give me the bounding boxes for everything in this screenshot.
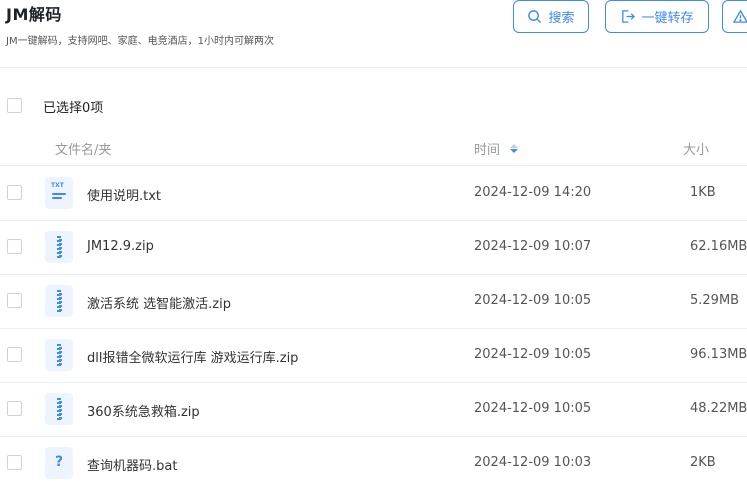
file-size: 48.22MB bbox=[690, 401, 747, 416]
file-name[interactable]: 使用说明.txt bbox=[87, 185, 161, 204]
select-all-checkbox[interactable] bbox=[7, 98, 22, 113]
file-time: 2024-12-09 10:05 bbox=[474, 293, 592, 308]
table-row[interactable]: ? 查询机器码.bat 2024-12-09 10:03 2KB bbox=[0, 437, 747, 481]
zip-file-icon bbox=[45, 285, 73, 317]
table-row[interactable]: dll报错全微软运行库 游戏运行库.zip 2024-12-09 10:05 9… bbox=[0, 329, 747, 383]
column-name[interactable]: 文件名/夹 bbox=[55, 139, 111, 158]
file-size: 96.13MB bbox=[690, 347, 747, 362]
search-button[interactable]: 搜索 bbox=[513, 0, 589, 33]
column-time-label: 时间 bbox=[474, 143, 501, 158]
zip-file-icon bbox=[45, 231, 73, 263]
file-name[interactable]: 激活系统 选智能激活.zip bbox=[87, 293, 231, 312]
page-subtitle: JM一键解码，支持网吧、家庭、电竞酒店，1小时内可解两次 bbox=[6, 36, 274, 47]
search-icon bbox=[528, 10, 542, 24]
file-name[interactable]: 查询机器码.bat bbox=[87, 455, 177, 474]
file-name[interactable]: 360系统急救箱.zip bbox=[87, 401, 200, 420]
row-checkbox[interactable] bbox=[7, 401, 22, 416]
table-header: 文件名/夹 时间 大小 bbox=[0, 130, 747, 166]
row-checkbox[interactable] bbox=[7, 239, 22, 254]
file-time: 2024-12-09 14:20 bbox=[474, 185, 592, 200]
zip-file-icon bbox=[45, 339, 73, 371]
selection-count: 已选择0项 bbox=[43, 101, 104, 116]
column-size[interactable]: 大小 bbox=[683, 139, 709, 158]
file-time: 2024-12-09 10:05 bbox=[474, 347, 592, 362]
table-row[interactable]: 激活系统 选智能激活.zip 2024-12-09 10:05 5.29MB bbox=[0, 275, 747, 329]
sort-icon[interactable] bbox=[510, 144, 519, 153]
transfer-button-label: 一键转存 bbox=[641, 11, 694, 26]
file-time: 2024-12-09 10:07 bbox=[474, 239, 592, 254]
column-time[interactable]: 时间 bbox=[474, 139, 519, 158]
file-size: 1KB bbox=[690, 185, 716, 200]
table-row[interactable]: TXT 使用说明.txt 2024-12-09 14:20 1KB bbox=[0, 167, 747, 221]
file-time: 2024-12-09 10:03 bbox=[474, 455, 592, 470]
report-button[interactable] bbox=[722, 0, 747, 33]
file-time: 2024-12-09 10:05 bbox=[474, 401, 592, 416]
selection-bar: 已选择0项 bbox=[0, 88, 747, 124]
file-name[interactable]: JM12.9.zip bbox=[87, 239, 154, 254]
file-size: 5.29MB bbox=[690, 293, 740, 308]
row-checkbox[interactable] bbox=[7, 347, 22, 362]
txt-file-icon: TXT bbox=[45, 177, 73, 209]
warning-icon bbox=[733, 9, 747, 23]
page-header: JM解码 JM一键解码，支持网吧、家庭、电竞酒店，1小时内可解两次 搜索 一键转… bbox=[0, 0, 747, 68]
transfer-button[interactable]: 一键转存 bbox=[605, 0, 709, 33]
row-checkbox[interactable] bbox=[7, 455, 22, 470]
table-row[interactable]: 360系统急救箱.zip 2024-12-09 10:05 48.22MB bbox=[0, 383, 747, 437]
transfer-icon bbox=[622, 10, 636, 23]
file-size: 62.16MB bbox=[690, 239, 747, 254]
file-name[interactable]: dll报错全微软运行库 游戏运行库.zip bbox=[87, 347, 298, 366]
table-row[interactable]: JM12.9.zip 2024-12-09 10:07 62.16MB bbox=[0, 221, 747, 275]
row-checkbox[interactable] bbox=[7, 185, 22, 200]
search-button-label: 搜索 bbox=[548, 11, 575, 26]
file-size: 2KB bbox=[690, 455, 716, 470]
page-title: JM解码 bbox=[6, 5, 62, 24]
row-checkbox[interactable] bbox=[7, 293, 22, 308]
zip-file-icon bbox=[45, 393, 73, 425]
unknown-file-icon: ? bbox=[45, 447, 73, 479]
file-list: TXT 使用说明.txt 2024-12-09 14:20 1KB JM12.9… bbox=[0, 167, 747, 481]
